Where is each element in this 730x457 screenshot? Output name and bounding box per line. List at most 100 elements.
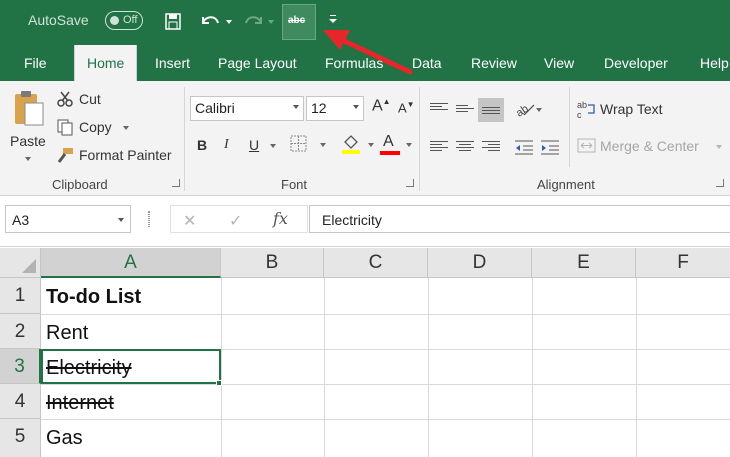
merge-center-button[interactable]: Merge & Center bbox=[577, 136, 725, 158]
cancel-icon[interactable]: ✕ bbox=[183, 211, 196, 231]
formula-bar: A3 ✕ ✓ fx Electricity bbox=[0, 197, 730, 247]
column-header-c[interactable]: C bbox=[324, 248, 428, 278]
group-divider bbox=[184, 87, 185, 191]
paste-dropdown-icon bbox=[25, 157, 31, 161]
row-header-2[interactable]: 2 bbox=[0, 314, 41, 349]
alignment-launcher-icon[interactable] bbox=[716, 179, 724, 187]
align-right-icon[interactable] bbox=[482, 141, 500, 155]
middle-align-icon[interactable] bbox=[456, 105, 474, 119]
row-header-4[interactable]: 4 bbox=[0, 384, 41, 419]
title-bar: AutoSave Off abc bbox=[0, 0, 730, 45]
enter-check-icon[interactable]: ✓ bbox=[229, 211, 242, 231]
autosave-toggle[interactable]: Off bbox=[105, 11, 143, 30]
cut-label: Cut bbox=[79, 91, 101, 107]
italic-button[interactable]: I bbox=[224, 137, 229, 153]
save-icon bbox=[165, 13, 181, 30]
italic-icon: I bbox=[224, 137, 229, 152]
insert-function-icon[interactable]: fx bbox=[273, 209, 288, 228]
tab-data[interactable]: Data bbox=[412, 45, 442, 81]
select-all-button[interactable] bbox=[0, 248, 41, 278]
bold-button[interactable]: B bbox=[197, 137, 207, 153]
svg-text:c: c bbox=[577, 110, 582, 119]
font-launcher-icon[interactable] bbox=[406, 179, 414, 187]
redo-button[interactable] bbox=[240, 7, 276, 37]
ribbon-tabs: File Home Insert Page Layout Formulas Da… bbox=[0, 45, 730, 81]
paste-button[interactable]: Paste bbox=[8, 89, 50, 167]
increase-indent-button[interactable] bbox=[540, 139, 560, 160]
formula-input[interactable]: Electricity bbox=[309, 205, 730, 233]
grid-line bbox=[41, 419, 730, 420]
bold-icon: B bbox=[197, 137, 208, 153]
select-all-icon bbox=[22, 259, 36, 273]
column-header-e[interactable]: E bbox=[532, 248, 636, 278]
tab-file[interactable]: File bbox=[24, 45, 47, 81]
top-align-icon[interactable] bbox=[430, 103, 448, 117]
column-header-b[interactable]: B bbox=[221, 248, 324, 278]
formula-bar-grip[interactable] bbox=[148, 211, 150, 227]
clipboard-icon bbox=[15, 91, 44, 126]
tab-help[interactable]: Help bbox=[700, 45, 729, 81]
customize-qat-button[interactable] bbox=[328, 12, 338, 29]
undo-button[interactable] bbox=[198, 7, 234, 37]
font-size-dropdown[interactable]: 12 bbox=[306, 96, 364, 121]
tab-review[interactable]: Review bbox=[471, 45, 517, 81]
borders-button[interactable] bbox=[290, 135, 328, 157]
orientation-icon: ab bbox=[514, 103, 542, 120]
chevron-down-icon bbox=[293, 105, 299, 109]
tab-view[interactable]: View bbox=[544, 45, 574, 81]
fill-handle[interactable] bbox=[216, 380, 222, 386]
wrap-text-icon: ab c bbox=[577, 100, 595, 119]
paintbrush-icon bbox=[57, 148, 73, 163]
underline-dropdown-icon[interactable] bbox=[270, 144, 276, 148]
orientation-button[interactable]: ab bbox=[514, 99, 544, 122]
font-color-dropdown-icon bbox=[406, 143, 412, 147]
cell-a5[interactable]: Gas bbox=[46, 427, 83, 450]
row-header-3[interactable]: 3 bbox=[0, 349, 41, 384]
fill-color-button[interactable] bbox=[340, 133, 376, 157]
toggle-knob bbox=[110, 16, 119, 25]
active-cell-border bbox=[41, 349, 221, 384]
clipboard-group-label: Clipboard bbox=[52, 177, 108, 192]
clipboard-launcher-icon[interactable] bbox=[172, 179, 180, 187]
tab-page-layout[interactable]: Page Layout bbox=[218, 45, 297, 81]
tab-home[interactable]: Home bbox=[74, 45, 138, 81]
merge-center-icon bbox=[577, 138, 596, 153]
paste-label: Paste bbox=[10, 133, 46, 149]
shrink-font-button[interactable]: A▼ bbox=[398, 100, 415, 115]
group-divider bbox=[419, 87, 420, 191]
align-left-icon[interactable] bbox=[430, 141, 448, 155]
copy-dropdown-icon bbox=[123, 126, 129, 130]
font-color-button[interactable]: A bbox=[380, 133, 416, 157]
row-header-1[interactable]: 1 bbox=[0, 278, 41, 314]
tab-formulas[interactable]: Formulas bbox=[325, 45, 383, 81]
bottom-align-icon[interactable] bbox=[482, 107, 500, 121]
tab-developer[interactable]: Developer bbox=[604, 45, 668, 81]
name-box[interactable]: A3 bbox=[5, 205, 131, 233]
align-center-icon[interactable] bbox=[456, 141, 474, 155]
decrease-indent-button[interactable] bbox=[514, 139, 534, 160]
grow-font-button[interactable]: A▲ bbox=[372, 97, 391, 115]
wrap-text-label: Wrap Text bbox=[600, 101, 663, 117]
svg-text:ab: ab bbox=[577, 100, 587, 110]
autosave-label: AutoSave bbox=[28, 12, 89, 28]
cell-a1[interactable]: To-do List bbox=[46, 286, 141, 309]
strikethrough-qat-button[interactable]: abc bbox=[282, 4, 316, 40]
column-header-d[interactable]: D bbox=[428, 248, 532, 278]
cell-a2[interactable]: Rent bbox=[46, 322, 88, 345]
row-header-5[interactable]: 5 bbox=[0, 419, 41, 457]
formula-input-value: Electricity bbox=[322, 212, 382, 228]
underline-button[interactable]: U bbox=[249, 137, 259, 153]
shrink-font-icon: A bbox=[398, 100, 407, 116]
column-header-f[interactable]: F bbox=[636, 248, 730, 278]
column-header-a[interactable]: A bbox=[41, 248, 221, 278]
format-painter-label: Format Painter bbox=[79, 147, 172, 163]
chevron-down-icon bbox=[118, 218, 124, 222]
copy-icon bbox=[57, 119, 73, 136]
tab-insert[interactable]: Insert bbox=[155, 45, 190, 81]
copy-button[interactable]: Copy bbox=[56, 118, 136, 138]
grow-font-icon: A bbox=[372, 97, 383, 115]
alignment-group-label: Alignment bbox=[537, 177, 595, 192]
cell-a4[interactable]: Internet bbox=[46, 392, 114, 415]
save-button[interactable] bbox=[160, 7, 186, 37]
font-name-dropdown[interactable]: Calibri bbox=[190, 96, 304, 121]
